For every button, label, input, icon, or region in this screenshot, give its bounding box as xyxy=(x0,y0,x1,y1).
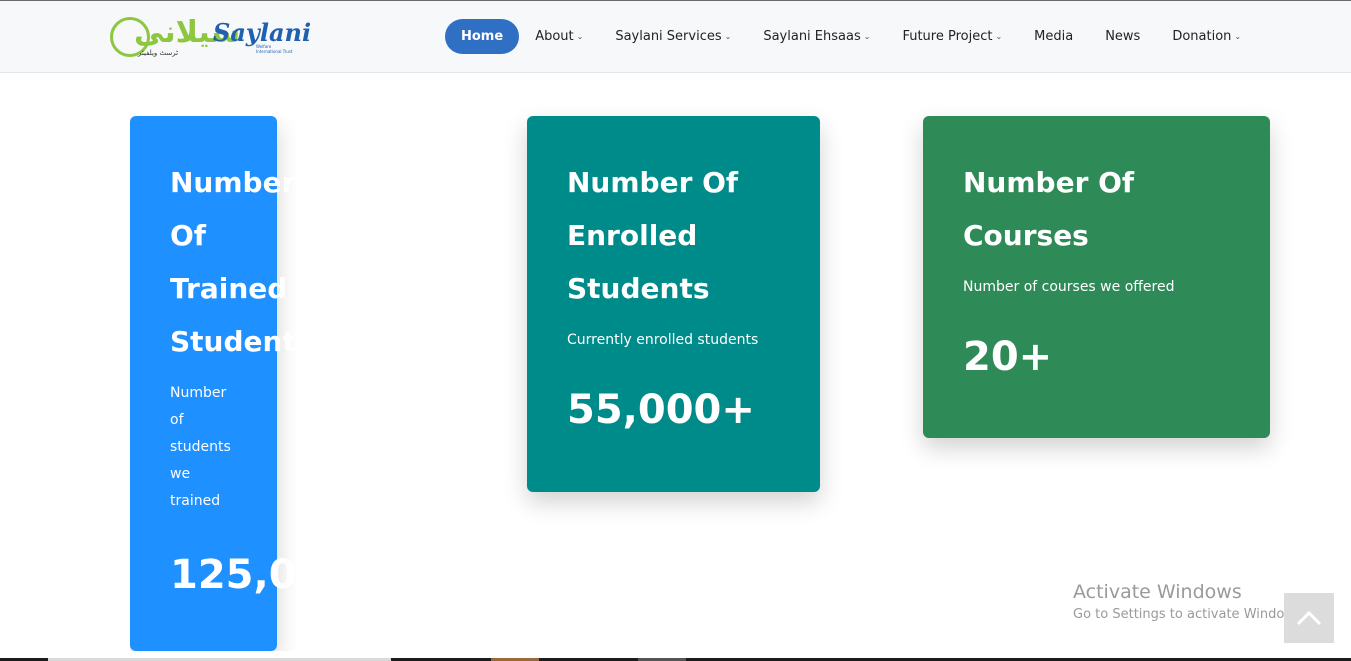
courses-card: Number Of Courses Number of courses we o… xyxy=(923,116,1270,438)
nav-donation[interactable]: Donation ⌄ xyxy=(1172,19,1241,54)
chevron-down-icon: ⌄ xyxy=(995,32,1003,41)
nav-home-label: Home xyxy=(461,29,504,44)
trained-students-description: Number of students we trained xyxy=(170,385,231,509)
nav-news-label: News xyxy=(1105,29,1141,44)
chevron-down-icon: ⌄ xyxy=(724,32,732,41)
nav-news[interactable]: News xyxy=(1105,19,1140,54)
chevron-up-icon xyxy=(1296,610,1322,626)
activate-windows-subtitle: Go to Settings to activate Windows. xyxy=(1073,607,1306,622)
site-header: سیلانی Saylani Welfare International Tru… xyxy=(0,1,1351,73)
nav-home[interactable]: Home xyxy=(445,19,520,54)
logo-latin-text: Saylani xyxy=(213,18,312,47)
scroll-to-top-button[interactable] xyxy=(1284,593,1334,643)
enrolled-students-title: Number Of Enrolled Students xyxy=(567,166,739,305)
nav-about-label: About xyxy=(535,29,574,44)
main-nav: Home About ⌄ Saylani Services ⌄ Saylani … xyxy=(445,19,1241,54)
courses-value: 20+ xyxy=(963,334,1053,380)
nav-donation-label: Donation xyxy=(1172,29,1232,44)
chevron-down-icon: ⌄ xyxy=(576,32,584,41)
nav-saylani-ehsaas-label: Saylani Ehsaas xyxy=(763,29,861,44)
nav-saylani-services[interactable]: Saylani Services ⌄ xyxy=(615,19,731,54)
nav-saylani-services-label: Saylani Services xyxy=(615,29,722,44)
chevron-down-icon: ⌄ xyxy=(1234,32,1242,41)
courses-title: Number Of Courses xyxy=(963,166,1135,252)
nav-future-project-label: Future Project xyxy=(902,29,993,44)
enrolled-students-description: Currently enrolled students xyxy=(567,332,759,348)
trained-students-card: Number Of Trained Students Number of stu… xyxy=(130,116,296,651)
trained-students-title: Number Of Trained Students xyxy=(170,166,296,358)
nav-media-label: Media xyxy=(1034,29,1074,44)
nav-about[interactable]: About ⌄ xyxy=(535,19,583,54)
logo-tagline: Welfare International Trust xyxy=(256,44,293,54)
courses-description: Number of courses we offered xyxy=(963,279,1175,295)
enrolled-students-value: 55,000+ xyxy=(567,387,755,433)
logo-urdu-subtext: ٹرسٹ ویلفیئر xyxy=(138,49,179,57)
enrolled-students-card: Number Of Enrolled Students Currently en… xyxy=(527,116,820,492)
trained-students-card-clip: Number Of Trained Students Number of stu… xyxy=(130,116,296,651)
chevron-down-icon: ⌄ xyxy=(863,32,871,41)
activate-windows-title: Activate Windows xyxy=(1073,581,1242,603)
site-logo[interactable]: سیلانی Saylani Welfare International Tru… xyxy=(108,15,311,61)
nav-media[interactable]: Media xyxy=(1034,19,1073,54)
trained-students-value: 125,000+ xyxy=(170,552,296,598)
nav-future-project[interactable]: Future Project ⌄ xyxy=(902,19,1002,54)
activate-windows-watermark: Activate Windows Go to Settings to activ… xyxy=(1073,580,1306,626)
nav-saylani-ehsaas[interactable]: Saylani Ehsaas ⌄ xyxy=(763,19,870,54)
